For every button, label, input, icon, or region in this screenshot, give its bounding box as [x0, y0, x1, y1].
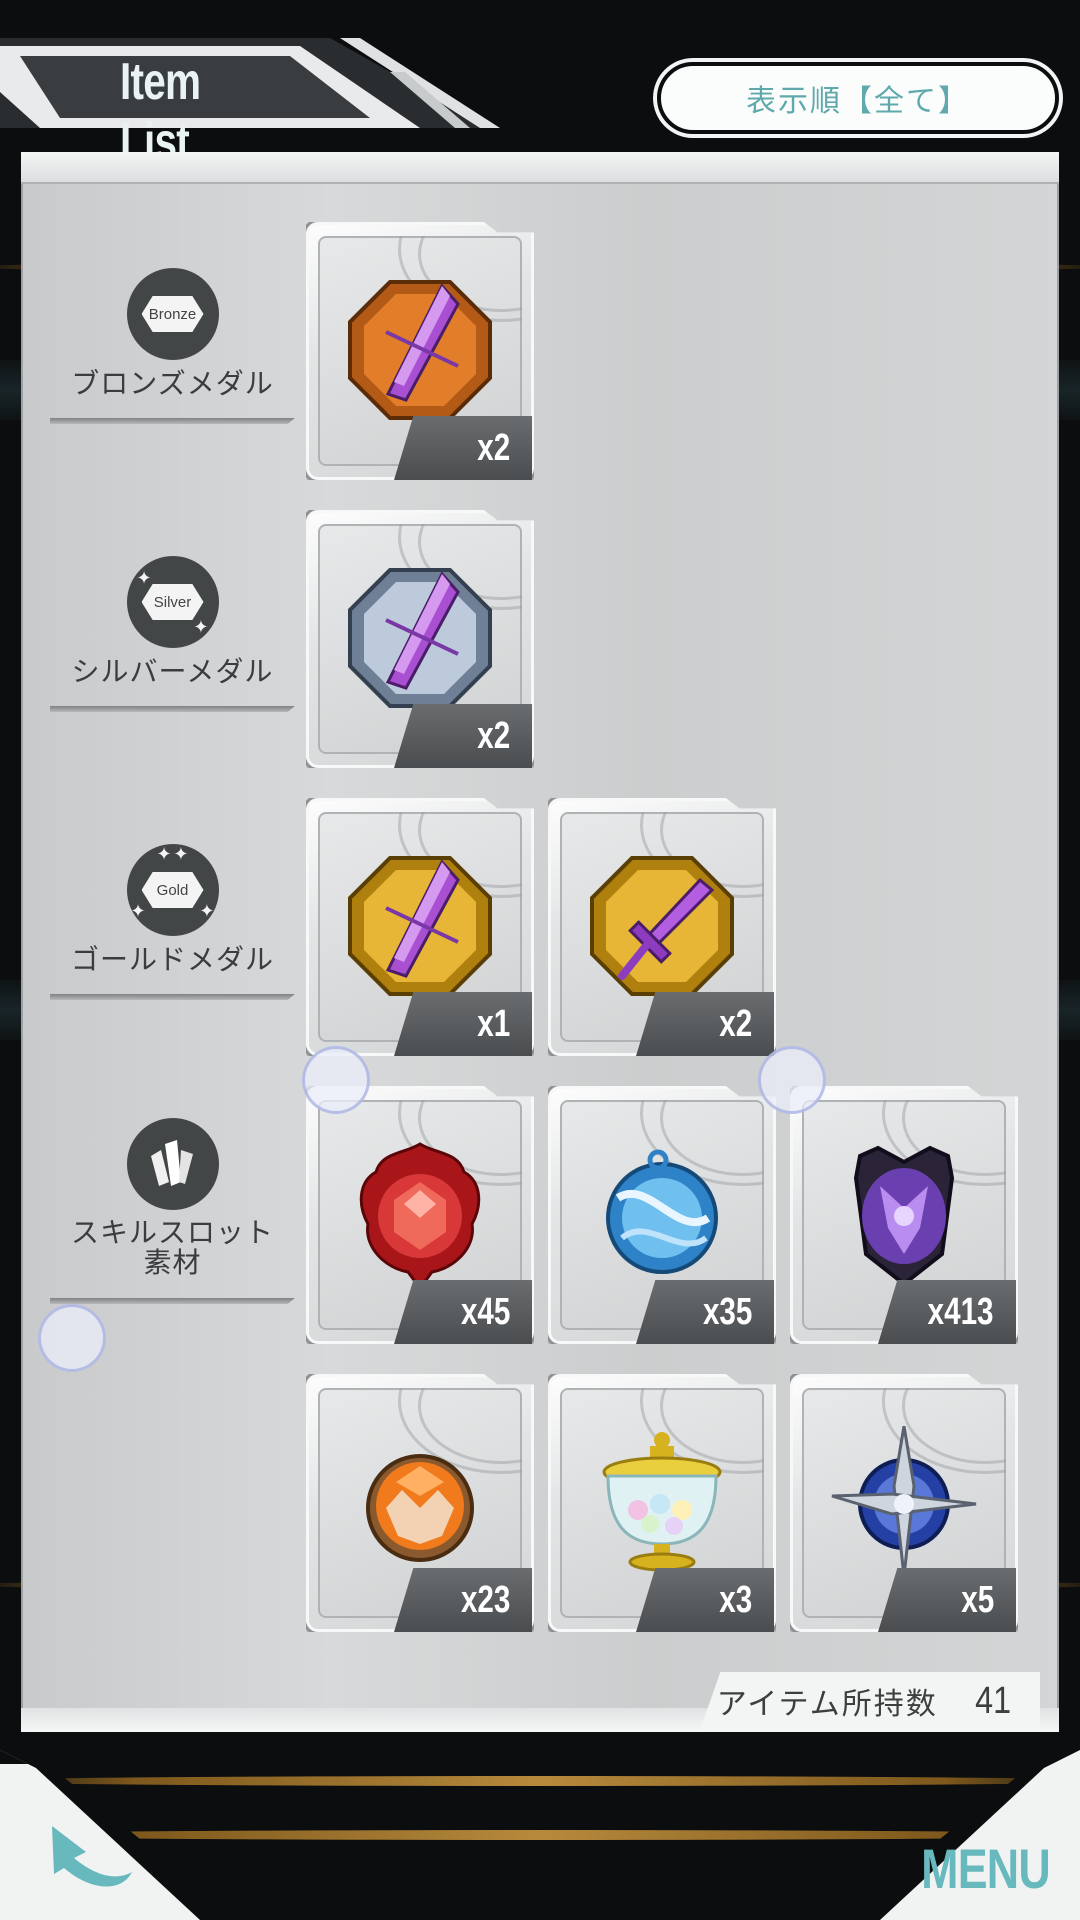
blue-cross-orb-icon	[831, 1426, 977, 1576]
panel-top-bar	[21, 152, 1059, 184]
item-quantity: x35	[636, 1280, 774, 1344]
item-quantity: x2	[394, 416, 532, 480]
touch-indicator	[38, 1304, 106, 1372]
page-title: Item List	[120, 53, 201, 171]
item-quantity: x2	[636, 992, 774, 1056]
sparkle-icon: ✦	[136, 568, 152, 589]
item-card[interactable]: x2	[306, 222, 534, 480]
badge-text: Silver	[141, 584, 204, 620]
sort-order-button[interactable]: 表示順【全て】	[657, 62, 1059, 134]
category-divider	[50, 994, 295, 1000]
silver-badge-icon: Silver ✦ ✦	[126, 556, 219, 648]
badge-text: Gold	[141, 872, 204, 908]
item-card[interactable]: x1	[306, 798, 534, 1056]
item-card[interactable]: x5	[790, 1374, 1018, 1632]
sparkle-icon: ✦	[193, 617, 209, 638]
item-count-label: アイテム所持数	[716, 1687, 938, 1722]
category-divider	[50, 418, 295, 424]
purple-crest-orb-icon	[853, 1145, 955, 1287]
item-card[interactable]: x45	[306, 1086, 534, 1344]
gold-badge-icon: Gold ✦ ✦ ✦ ✦	[126, 844, 219, 936]
sparkle-icon: ✦	[199, 901, 215, 922]
blue-ice-orb-icon	[606, 1149, 718, 1274]
item-quantity: x2	[394, 704, 532, 768]
item-quantity: x5	[878, 1568, 1016, 1632]
category-skill-slot-material: スキルスロット 素材	[50, 1118, 295, 1278]
sparkle-icon: ✦	[156, 844, 172, 865]
menu-label[interactable]: MENU	[921, 1836, 1051, 1901]
category-label: ゴールドメダル	[70, 943, 274, 976]
item-count-bar: アイテム所持数 41	[700, 1672, 1040, 1730]
glass-jar-icon	[602, 1432, 722, 1572]
item-quantity: x3	[636, 1568, 774, 1632]
red-flame-orb-icon	[359, 1142, 481, 1288]
item-card[interactable]: x2	[306, 510, 534, 768]
category-label: スキルスロット 素材	[70, 1216, 274, 1279]
item-card[interactable]: x23	[306, 1374, 534, 1632]
category-label: ブロンズメダル	[71, 367, 274, 400]
category-bronze: Bronze ブロンズメダル	[50, 268, 295, 400]
item-card[interactable]: x413	[790, 1086, 1018, 1344]
category-divider	[50, 706, 295, 712]
bronze-badge-icon: Bronze	[126, 268, 219, 360]
gold-sword-medal-icon	[590, 856, 734, 996]
item-quantity: x1	[394, 992, 532, 1056]
item-card[interactable]: x3	[548, 1374, 776, 1632]
header-plate	[0, 38, 500, 128]
item-card[interactable]: x35	[548, 1086, 776, 1344]
touch-indicator	[758, 1046, 826, 1114]
category-gold: Gold ✦ ✦ ✦ ✦ ゴールドメダル	[50, 844, 295, 976]
crystal-icon	[126, 1118, 219, 1210]
item-quantity: x413	[878, 1280, 1016, 1344]
gold-drill-medal-icon	[348, 856, 492, 996]
item-card[interactable]: x2	[548, 798, 776, 1056]
bronze-drill-medal-icon	[348, 280, 492, 420]
item-count-value: 41	[974, 1679, 1011, 1722]
orange-crystal-orb-icon	[366, 1454, 474, 1562]
category-label: シルバーメダル	[71, 655, 274, 688]
back-button[interactable]	[0, 1740, 240, 1920]
sparkle-icon: ✦	[130, 901, 146, 922]
item-quantity: x45	[394, 1280, 532, 1344]
silver-drill-medal-icon	[348, 568, 492, 708]
badge-text: Bronze	[141, 296, 204, 332]
item-quantity: x23	[394, 1568, 532, 1632]
category-silver: Silver ✦ ✦ シルバーメダル	[50, 556, 295, 688]
sparkle-icon: ✦	[173, 844, 189, 865]
category-divider	[50, 1298, 295, 1304]
touch-indicator	[302, 1046, 370, 1114]
